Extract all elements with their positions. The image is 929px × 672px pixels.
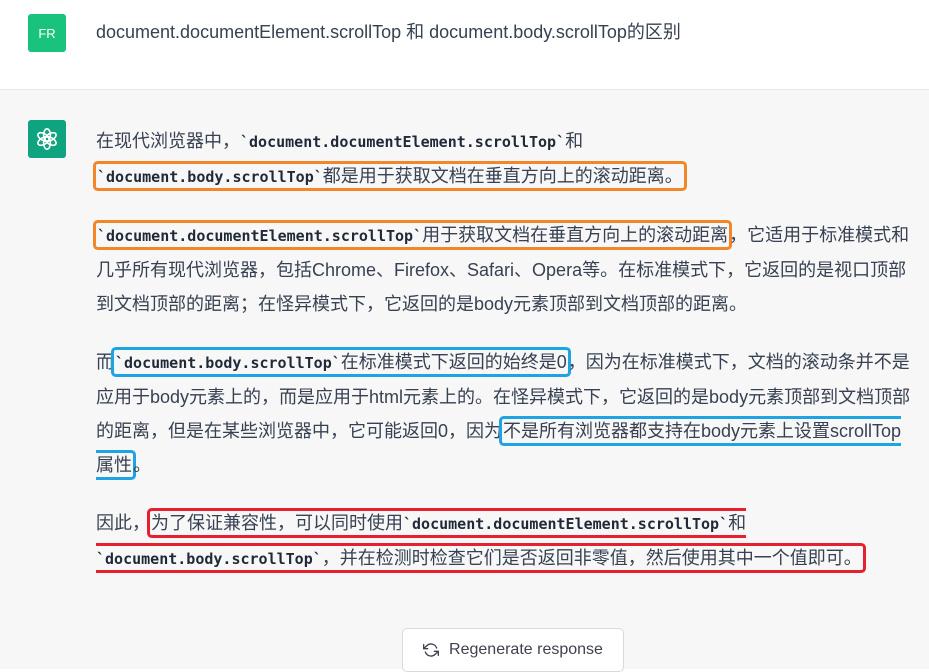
inline-code: `document.body.scrollTop` <box>115 354 341 372</box>
user-avatar: FR <box>28 14 66 52</box>
assistant-message-row: 在现代浏览器中，`document.documentElement.scroll… <box>0 90 929 669</box>
user-message-row: FR document.documentElement.scrollTop 和 … <box>0 0 929 90</box>
regenerate-response-button[interactable]: Regenerate response <box>402 628 624 672</box>
paragraph-1: 在现代浏览器中，`document.documentElement.scroll… <box>96 124 916 194</box>
text: 因此， <box>96 513 150 533</box>
inline-code: `document.body.scrollTop` <box>97 168 323 186</box>
paragraph-3: 而`document.body.scrollTop`在标准模式下返回的始终是0，… <box>96 345 916 482</box>
refresh-icon <box>423 642 440 658</box>
inline-code: `document.documentElement.scrollTop` <box>240 133 566 151</box>
text: 和 <box>728 513 747 533</box>
assistant-message-content: 在现代浏览器中，`document.documentElement.scroll… <box>96 124 916 600</box>
text: 在现代浏览器中， <box>96 131 240 151</box>
highlight-orange: `document.body.scrollTop`都是用于获取文档在垂直方向上的… <box>96 164 684 188</box>
highlight-orange: `document.documentElement.scrollTop`用于获取… <box>96 223 729 247</box>
inline-code: `document.documentElement.scrollTop` <box>97 227 423 245</box>
text: 而 <box>96 352 114 372</box>
paragraph-2: `document.documentElement.scrollTop`用于获取… <box>96 218 916 321</box>
text: 和 <box>565 131 584 151</box>
regenerate-label: Regenerate response <box>449 641 603 658</box>
user-message-text: document.documentElement.scrollTop 和 doc… <box>96 22 681 42</box>
text: 在标准模式下返回的始终是0 <box>340 352 567 372</box>
inline-code: `document.body.scrollTop` <box>96 550 322 568</box>
openai-logo-icon <box>28 120 66 158</box>
text: 。 <box>133 455 151 475</box>
text: 为了保证兼容性，可以同时使用 <box>151 513 403 533</box>
highlight-blue: `document.body.scrollTop`在标准模式下返回的始终是0 <box>114 350 568 374</box>
inline-code: `document.documentElement.scrollTop` <box>403 515 729 533</box>
text: ，并在检测时检查它们是否返回非零值，然后使用其中一个值即可。 <box>321 548 862 568</box>
highlight-red: 为了保证兼容性，可以同时使用`document.documentElement.… <box>96 511 863 570</box>
text: 都是用于获取文档在垂直方向上的滚动距离。 <box>322 166 683 186</box>
paragraph-4: 因此，为了保证兼容性，可以同时使用`document.documentEleme… <box>96 506 916 576</box>
avatar-initials: FR <box>38 25 56 41</box>
text: 用于获取文档在垂直方向上的滚动距离 <box>422 225 729 245</box>
